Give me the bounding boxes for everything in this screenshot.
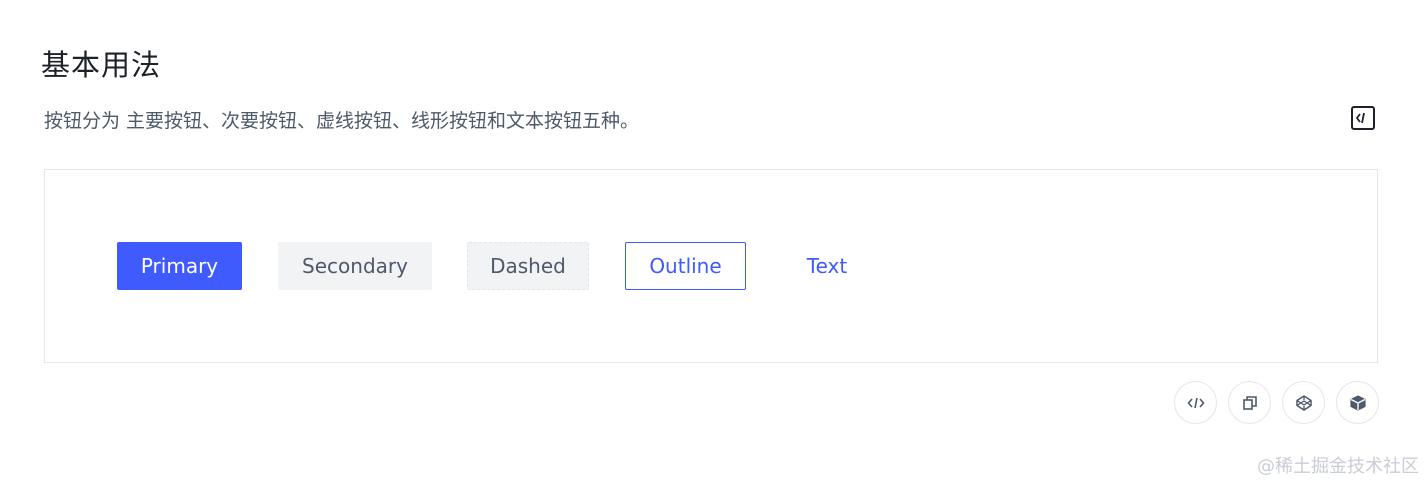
- watermark: @稀土掘金技术社区: [1257, 456, 1419, 477]
- demo-preview-box: Primary Secondary Dashed Outline Text: [44, 169, 1378, 363]
- code-bracket-icon: [1355, 112, 1365, 124]
- section-title: 基本用法: [41, 48, 162, 82]
- secondary-button[interactable]: Secondary: [278, 242, 432, 290]
- codepen-icon: [1295, 394, 1312, 411]
- dashed-button[interactable]: Dashed: [467, 242, 589, 290]
- show-code-button[interactable]: [1174, 381, 1217, 424]
- primary-button[interactable]: Primary: [117, 242, 242, 290]
- codesandbox-icon: [1349, 394, 1366, 411]
- code-toggle-button[interactable]: [1351, 106, 1375, 130]
- open-codesandbox-button[interactable]: [1336, 381, 1379, 424]
- copy-code-button[interactable]: [1228, 381, 1271, 424]
- page: 基本用法 按钮分为 主要按钮、次要按钮、虚线按钮、线形按钮和文本按钮五种。 Pr…: [0, 0, 1425, 480]
- code-icon: [1186, 397, 1205, 408]
- copy-icon: [1242, 395, 1257, 410]
- text-button[interactable]: Text: [787, 242, 867, 290]
- section-description: 按钮分为 主要按钮、次要按钮、虚线按钮、线形按钮和文本按钮五种。: [44, 110, 640, 132]
- open-codepen-button[interactable]: [1282, 381, 1325, 424]
- outline-button[interactable]: Outline: [625, 242, 746, 290]
